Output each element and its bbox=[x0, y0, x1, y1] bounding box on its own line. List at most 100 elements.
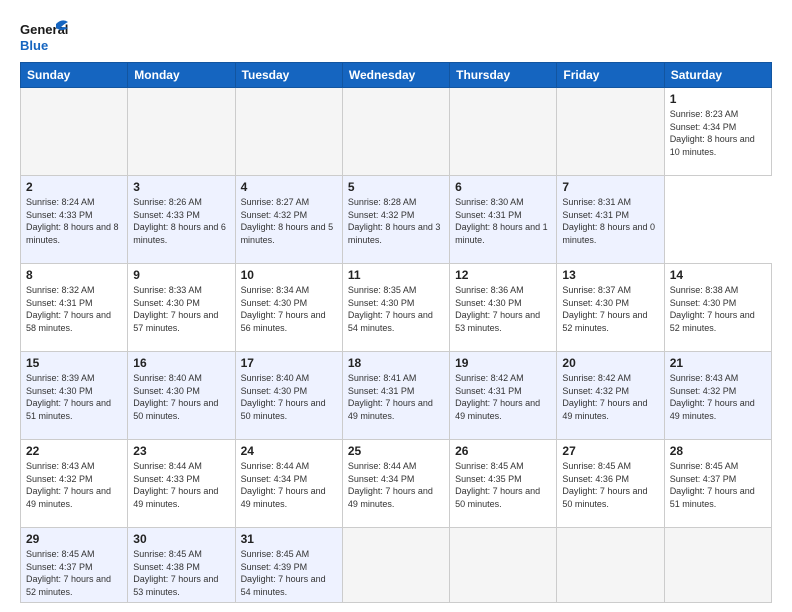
day-info: Sunrise: 8:40 AMSunset: 4:30 PMDaylight:… bbox=[133, 372, 229, 422]
day-info: Sunrise: 8:44 AMSunset: 4:34 PMDaylight:… bbox=[241, 460, 337, 510]
calendar-cell bbox=[450, 88, 557, 176]
calendar-cell bbox=[128, 88, 235, 176]
day-info: Sunrise: 8:45 AMSunset: 4:37 PMDaylight:… bbox=[26, 548, 122, 598]
day-info: Sunrise: 8:33 AMSunset: 4:30 PMDaylight:… bbox=[133, 284, 229, 334]
calendar-cell: 31 Sunrise: 8:45 AMSunset: 4:39 PMDayligh… bbox=[235, 528, 342, 603]
day-info: Sunrise: 8:36 AMSunset: 4:30 PMDaylight:… bbox=[455, 284, 551, 334]
calendar-cell: 6 Sunrise: 8:30 AMSunset: 4:31 PMDaylight… bbox=[450, 176, 557, 264]
logo-icon: General Blue bbox=[20, 16, 68, 56]
day-info: Sunrise: 8:45 AMSunset: 4:37 PMDaylight:… bbox=[670, 460, 766, 510]
calendar-cell: 26Sunrise: 8:45 AMSunset: 4:35 PMDayligh… bbox=[450, 440, 557, 528]
week-row-3: 8Sunrise: 8:32 AMSunset: 4:31 PMDaylight… bbox=[21, 264, 772, 352]
day-number: 4 bbox=[241, 180, 337, 194]
calendar-table: SundayMondayTuesdayWednesdayThursdayFrid… bbox=[20, 62, 772, 603]
day-number: 17 bbox=[241, 356, 337, 370]
logo: General Blue bbox=[20, 16, 68, 56]
day-number: 18 bbox=[348, 356, 444, 370]
calendar-cell bbox=[450, 528, 557, 603]
day-info: Sunrise: 8:27 AMSunset: 4:32 PMDaylight:… bbox=[241, 196, 337, 246]
calendar-cell: 10 Sunrise: 8:34 AMSunset: 4:30 PMDayligh… bbox=[235, 264, 342, 352]
day-number: 23 bbox=[133, 444, 229, 458]
day-info: Sunrise: 8:34 AMSunset: 4:30 PMDaylight:… bbox=[241, 284, 337, 334]
day-number: 3 bbox=[133, 180, 229, 194]
day-number: 10 bbox=[241, 268, 337, 282]
day-info: Sunrise: 8:45 AMSunset: 4:38 PMDaylight:… bbox=[133, 548, 229, 598]
day-info: Sunrise: 8:26 AMSunset: 4:33 PMDaylight:… bbox=[133, 196, 229, 246]
calendar-header-monday: Monday bbox=[128, 63, 235, 88]
day-info: Sunrise: 8:40 AMSunset: 4:30 PMDaylight:… bbox=[241, 372, 337, 422]
week-row-2: 2 Sunrise: 8:24 AMSunset: 4:33 PMDaylight… bbox=[21, 176, 772, 264]
day-number: 7 bbox=[562, 180, 658, 194]
calendar-cell: 5Sunrise: 8:28 AMSunset: 4:32 PMDaylight… bbox=[342, 176, 449, 264]
calendar-cell: 20Sunrise: 8:42 AMSunset: 4:32 PMDayligh… bbox=[557, 352, 664, 440]
calendar-cell: 9Sunrise: 8:33 AMSunset: 4:30 PMDaylight… bbox=[128, 264, 235, 352]
calendar-cell: 11Sunrise: 8:35 AMSunset: 4:30 PMDayligh… bbox=[342, 264, 449, 352]
day-number: 11 bbox=[348, 268, 444, 282]
calendar-cell bbox=[342, 528, 449, 603]
day-number: 28 bbox=[670, 444, 766, 458]
day-info: Sunrise: 8:41 AMSunset: 4:31 PMDaylight:… bbox=[348, 372, 444, 422]
day-info: Sunrise: 8:31 AMSunset: 4:31 PMDaylight:… bbox=[562, 196, 658, 246]
calendar-cell: 24 Sunrise: 8:44 AMSunset: 4:34 PMDayligh… bbox=[235, 440, 342, 528]
day-info: Sunrise: 8:43 AMSunset: 4:32 PMDaylight:… bbox=[26, 460, 122, 510]
day-number: 2 bbox=[26, 180, 122, 194]
week-row-1: 1Sunrise: 8:23 AMSunset: 4:34 PMDaylight… bbox=[21, 88, 772, 176]
calendar-header-sunday: Sunday bbox=[21, 63, 128, 88]
calendar-cell: 18 Sunrise: 8:41 AMSunset: 4:31 PMDayligh… bbox=[342, 352, 449, 440]
day-number: 6 bbox=[455, 180, 551, 194]
calendar-cell: 1Sunrise: 8:23 AMSunset: 4:34 PMDaylight… bbox=[664, 88, 771, 176]
calendar-cell bbox=[21, 88, 128, 176]
calendar-cell: 28 Sunrise: 8:45 AMSunset: 4:37 PMDayligh… bbox=[664, 440, 771, 528]
calendar-cell bbox=[342, 88, 449, 176]
day-info: Sunrise: 8:28 AMSunset: 4:32 PMDaylight:… bbox=[348, 196, 444, 246]
calendar-cell: 27Sunrise: 8:45 AMSunset: 4:36 PMDayligh… bbox=[557, 440, 664, 528]
calendar-cell: 7 Sunrise: 8:31 AMSunset: 4:31 PMDaylight… bbox=[557, 176, 664, 264]
day-info: Sunrise: 8:32 AMSunset: 4:31 PMDaylight:… bbox=[26, 284, 122, 334]
calendar-header-friday: Friday bbox=[557, 63, 664, 88]
page: General Blue SundayMondayTuesdayWednesda… bbox=[0, 0, 792, 612]
day-number: 29 bbox=[26, 532, 122, 546]
day-info: Sunrise: 8:45 AMSunset: 4:39 PMDaylight:… bbox=[241, 548, 337, 598]
calendar-cell: 13Sunrise: 8:37 AMSunset: 4:30 PMDayligh… bbox=[557, 264, 664, 352]
day-number: 21 bbox=[670, 356, 766, 370]
week-row-6: 29 Sunrise: 8:45 AMSunset: 4:37 PMDayligh… bbox=[21, 528, 772, 603]
day-info: Sunrise: 8:43 AMSunset: 4:32 PMDaylight:… bbox=[670, 372, 766, 422]
week-row-4: 15 Sunrise: 8:39 AMSunset: 4:30 PMDayligh… bbox=[21, 352, 772, 440]
calendar-cell: 30Sunrise: 8:45 AMSunset: 4:38 PMDayligh… bbox=[128, 528, 235, 603]
day-number: 22 bbox=[26, 444, 122, 458]
day-info: Sunrise: 8:38 AMSunset: 4:30 PMDaylight:… bbox=[670, 284, 766, 334]
calendar-header-tuesday: Tuesday bbox=[235, 63, 342, 88]
day-info: Sunrise: 8:37 AMSunset: 4:30 PMDaylight:… bbox=[562, 284, 658, 334]
day-number: 31 bbox=[241, 532, 337, 546]
calendar-cell: 19 Sunrise: 8:42 AMSunset: 4:31 PMDayligh… bbox=[450, 352, 557, 440]
day-info: Sunrise: 8:44 AMSunset: 4:34 PMDaylight:… bbox=[348, 460, 444, 510]
day-number: 19 bbox=[455, 356, 551, 370]
week-row-5: 22 Sunrise: 8:43 AMSunset: 4:32 PMDayligh… bbox=[21, 440, 772, 528]
calendar-cell bbox=[664, 528, 771, 603]
day-number: 24 bbox=[241, 444, 337, 458]
calendar-cell: 29 Sunrise: 8:45 AMSunset: 4:37 PMDayligh… bbox=[21, 528, 128, 603]
calendar-cell: 14Sunrise: 8:38 AMSunset: 4:30 PMDayligh… bbox=[664, 264, 771, 352]
svg-text:Blue: Blue bbox=[20, 38, 48, 53]
calendar-cell: 17 Sunrise: 8:40 AMSunset: 4:30 PMDayligh… bbox=[235, 352, 342, 440]
calendar-cell: 3 Sunrise: 8:26 AMSunset: 4:33 PMDaylight… bbox=[128, 176, 235, 264]
day-number: 15 bbox=[26, 356, 122, 370]
day-info: Sunrise: 8:39 AMSunset: 4:30 PMDaylight:… bbox=[26, 372, 122, 422]
day-number: 26 bbox=[455, 444, 551, 458]
day-info: Sunrise: 8:44 AMSunset: 4:33 PMDaylight:… bbox=[133, 460, 229, 510]
day-number: 20 bbox=[562, 356, 658, 370]
calendar-cell: 2 Sunrise: 8:24 AMSunset: 4:33 PMDaylight… bbox=[21, 176, 128, 264]
day-number: 25 bbox=[348, 444, 444, 458]
day-number: 12 bbox=[455, 268, 551, 282]
day-info: Sunrise: 8:45 AMSunset: 4:36 PMDaylight:… bbox=[562, 460, 658, 510]
calendar-cell: 16Sunrise: 8:40 AMSunset: 4:30 PMDayligh… bbox=[128, 352, 235, 440]
day-info: Sunrise: 8:24 AMSunset: 4:33 PMDaylight:… bbox=[26, 196, 122, 246]
calendar-cell: 25 Sunrise: 8:44 AMSunset: 4:34 PMDayligh… bbox=[342, 440, 449, 528]
calendar-cell bbox=[235, 88, 342, 176]
calendar-cell: 23 Sunrise: 8:44 AMSunset: 4:33 PMDayligh… bbox=[128, 440, 235, 528]
calendar-header-saturday: Saturday bbox=[664, 63, 771, 88]
calendar-cell: 22 Sunrise: 8:43 AMSunset: 4:32 PMDayligh… bbox=[21, 440, 128, 528]
day-info: Sunrise: 8:30 AMSunset: 4:31 PMDaylight:… bbox=[455, 196, 551, 246]
day-info: Sunrise: 8:42 AMSunset: 4:31 PMDaylight:… bbox=[455, 372, 551, 422]
calendar-header-wednesday: Wednesday bbox=[342, 63, 449, 88]
